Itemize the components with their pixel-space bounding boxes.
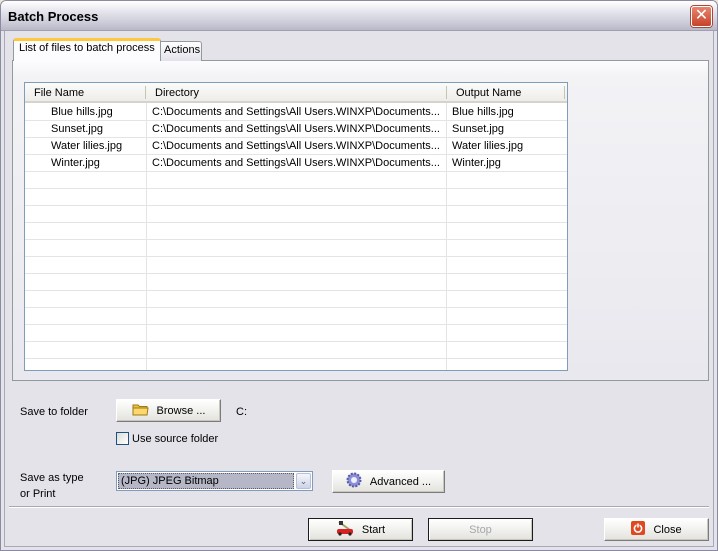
file-name-cell: Winter.jpg [51,157,100,169]
directory-cell: C:\Documents and Settings\All Users.WINX… [152,157,440,169]
save-as-type-label: Save as type [20,472,84,484]
empty-row[interactable] [25,206,567,223]
close-x-icon[interactable]: ✕ [691,6,712,27]
browse-button[interactable]: Browse ... [116,399,221,422]
empty-row[interactable] [25,274,567,291]
empty-row[interactable] [25,291,567,308]
column-header-output-name[interactable]: Output Name [447,83,565,101]
empty-row[interactable] [25,189,567,206]
directory-cell: C:\Documents and Settings\All Users.WINX… [152,106,440,118]
empty-row[interactable] [25,223,567,240]
table-row[interactable]: Winter.jpg C:\Documents and Settings\All … [25,155,567,172]
empty-row[interactable] [25,172,567,189]
start-button[interactable]: Start [308,518,413,541]
table-row[interactable]: Blue hills.jpg C:\Documents and Settings\… [25,104,567,121]
save-type-select[interactable]: (JPG) JPEG Bitmap ⌄ [116,471,313,491]
output-name-cell: Winter.jpg [452,157,501,169]
tab-file-list[interactable]: List of files to batch process [13,38,161,61]
bottom-separator [9,506,709,508]
tab-actions[interactable]: Actions [158,41,202,61]
folder-icon [132,403,149,419]
save-to-folder-label: Save to folder [20,406,88,418]
output-name-cell: Water lilies.jpg [452,140,524,152]
use-source-folder-checkbox[interactable] [116,432,129,445]
close-button[interactable]: Close [604,518,709,541]
empty-row[interactable] [25,257,567,274]
title-bar[interactable]: Batch Process ✕ [1,1,717,31]
empty-row[interactable] [25,325,567,342]
directory-cell: C:\Documents and Settings\All Users.WINX… [152,123,440,135]
use-source-folder-label[interactable]: Use source folder [132,433,218,445]
column-header-file-name[interactable]: File Name [25,83,145,101]
empty-row[interactable] [25,359,567,370]
save-folder-path: C: [236,406,247,418]
batch-process-window: Batch Process ✕ List of files to batch p… [0,0,718,551]
column-separator[interactable] [564,86,565,99]
save-type-value: (JPG) JPEG Bitmap [118,473,294,489]
power-icon [631,521,646,538]
advanced-button[interactable]: Advanced ... [332,470,445,493]
empty-row[interactable] [25,240,567,257]
empty-row[interactable] [25,308,567,325]
chevron-down-icon[interactable]: ⌄ [296,473,311,489]
column-header-directory[interactable]: Directory [146,83,446,101]
table-row[interactable]: Sunset.jpg C:\Documents and Settings\All … [25,121,567,138]
or-print-label: or Print [20,488,56,500]
window-title: Batch Process [8,9,99,24]
file-name-cell: Blue hills.jpg [51,106,113,118]
directory-cell: C:\Documents and Settings\All Users.WINX… [152,140,440,152]
file-name-cell: Sunset.jpg [51,123,103,135]
table-row[interactable]: Water lilies.jpg C:\Documents and Setting… [25,138,567,155]
start-car-icon [336,520,354,539]
output-name-cell: Sunset.jpg [452,123,504,135]
gear-icon [346,472,362,491]
list-header: File Name Directory Output Name [25,83,567,103]
empty-row[interactable] [25,342,567,359]
file-list[interactable]: File Name Directory Output Name Blue hil… [24,82,568,371]
output-name-cell: Blue hills.jpg [452,106,514,118]
stop-button[interactable]: Stop [428,518,533,541]
file-name-cell: Water lilies.jpg [51,140,123,152]
